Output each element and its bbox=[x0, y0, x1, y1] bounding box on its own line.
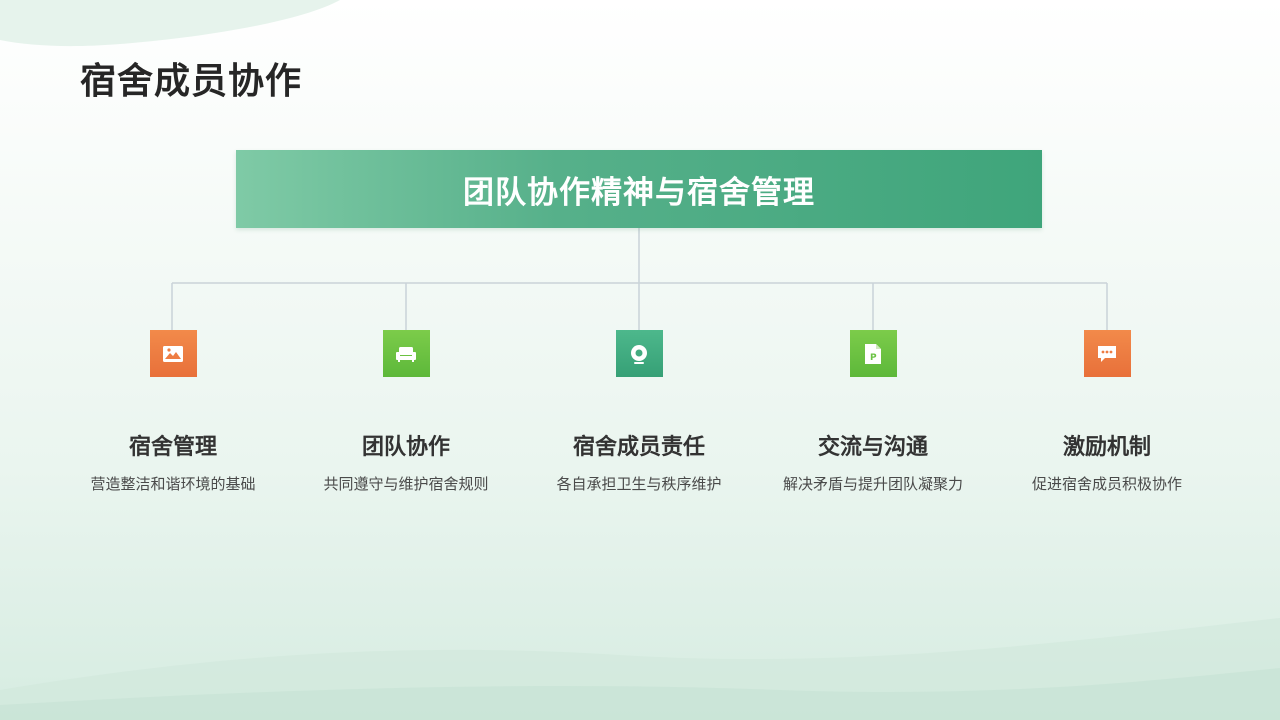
node-title: 激励机制 bbox=[1062, 435, 1151, 460]
node-title: 团队协作 bbox=[361, 435, 450, 460]
chat-bubble-icon bbox=[1098, 345, 1116, 362]
node-communication: P 交流与沟通 解决矛盾与提升团队凝聚力 bbox=[763, 330, 983, 495]
node-description: 共同遵守与维护宿舍规则 bbox=[323, 475, 489, 493]
presentation-file-icon: P bbox=[865, 343, 881, 364]
webcam-icon bbox=[631, 344, 647, 364]
node-dorm-management: 宿舍管理 营造整洁和谐环境的基础 bbox=[63, 330, 283, 495]
node-description: 解决矛盾与提升团队凝聚力 bbox=[783, 475, 964, 493]
node-description: 各自承担卫生与秩序维护 bbox=[556, 475, 722, 493]
root-node: 团队协作精神与宿舍管理 bbox=[236, 150, 1042, 228]
sofa-icon bbox=[396, 346, 416, 362]
node-icon-box bbox=[1083, 330, 1131, 377]
node-member-responsibility: 宿舍成员责任 各自承担卫生与秩序维护 bbox=[529, 330, 749, 495]
node-title: 宿舍管理 bbox=[128, 435, 217, 460]
node-incentive-mechanism: 激励机制 促进宿舍成员积极协作 bbox=[997, 330, 1217, 495]
node-team-collaboration: 团队协作 共同遵守与维护宿舍规则 bbox=[296, 330, 516, 495]
root-node-label: 团队协作精神与宿舍管理 bbox=[463, 174, 815, 211]
image-icon bbox=[163, 345, 183, 362]
node-title: 交流与沟通 bbox=[817, 435, 928, 460]
node-title: 宿舍成员责任 bbox=[572, 435, 705, 460]
node-icon-box: P bbox=[849, 330, 897, 377]
node-description: 促进宿舍成员积极协作 bbox=[1031, 475, 1182, 493]
svg-text:P: P bbox=[870, 353, 877, 363]
node-icon-box bbox=[615, 330, 663, 377]
node-description: 营造整洁和谐环境的基础 bbox=[90, 475, 256, 493]
node-icon-box bbox=[149, 330, 197, 377]
node-icon-box bbox=[382, 330, 430, 377]
